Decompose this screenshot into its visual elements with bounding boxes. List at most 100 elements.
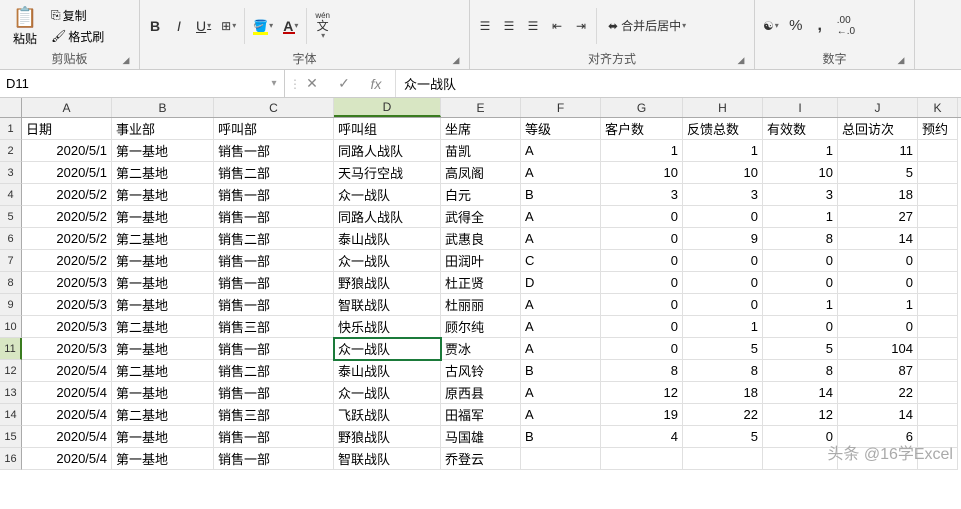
- cell[interactable]: [918, 360, 958, 382]
- cell[interactable]: 3: [601, 184, 683, 206]
- increase-indent-button[interactable]: ⇥: [570, 15, 592, 37]
- cell[interactable]: 0: [683, 294, 763, 316]
- alignment-dialog-launcher[interactable]: ◢: [734, 53, 748, 67]
- header-cell[interactable]: 事业部: [112, 118, 214, 140]
- cell[interactable]: 22: [838, 382, 918, 404]
- font-color-button[interactable]: A▾: [279, 15, 302, 37]
- cell[interactable]: [918, 228, 958, 250]
- cell[interactable]: C: [521, 250, 601, 272]
- cell[interactable]: 销售一部: [214, 140, 334, 162]
- cell[interactable]: [521, 448, 601, 470]
- cell[interactable]: 第一基地: [112, 206, 214, 228]
- cell[interactable]: 2020/5/3: [22, 316, 112, 338]
- cell[interactable]: 2020/5/3: [22, 272, 112, 294]
- header-cell[interactable]: 呼叫组: [334, 118, 441, 140]
- cell[interactable]: 1: [683, 140, 763, 162]
- clipboard-dialog-launcher[interactable]: ◢: [119, 53, 133, 67]
- cell[interactable]: [918, 140, 958, 162]
- cell[interactable]: [918, 382, 958, 404]
- row-header[interactable]: 7: [0, 250, 22, 272]
- cell[interactable]: A: [521, 294, 601, 316]
- cell[interactable]: 智联战队: [334, 448, 441, 470]
- row-header[interactable]: 12: [0, 360, 22, 382]
- cell[interactable]: 销售一部: [214, 250, 334, 272]
- cell[interactable]: 2020/5/4: [22, 448, 112, 470]
- cell[interactable]: [918, 294, 958, 316]
- cell[interactable]: 众一战队: [334, 184, 441, 206]
- cell[interactable]: 2020/5/4: [22, 382, 112, 404]
- align-center-button[interactable]: ☰: [498, 15, 520, 37]
- cell[interactable]: A: [521, 404, 601, 426]
- cell[interactable]: [601, 448, 683, 470]
- cell[interactable]: D: [521, 272, 601, 294]
- row-header[interactable]: 11: [0, 338, 22, 360]
- border-button[interactable]: ⊞▾: [217, 15, 240, 37]
- cell[interactable]: 田润叶: [441, 250, 521, 272]
- header-cell[interactable]: 日期: [22, 118, 112, 140]
- cell[interactable]: 销售三部: [214, 404, 334, 426]
- cell[interactable]: 12: [763, 404, 838, 426]
- cell[interactable]: 销售二部: [214, 228, 334, 250]
- cell[interactable]: 销售二部: [214, 162, 334, 184]
- cell[interactable]: 第一基地: [112, 338, 214, 360]
- align-left-button[interactable]: ☰: [474, 15, 496, 37]
- cell[interactable]: 5: [683, 426, 763, 448]
- cell[interactable]: 0: [601, 250, 683, 272]
- cell[interactable]: 0: [838, 250, 918, 272]
- cell[interactable]: 0: [601, 294, 683, 316]
- cell[interactable]: 杜正贤: [441, 272, 521, 294]
- cell[interactable]: 5: [683, 338, 763, 360]
- cell[interactable]: 武得全: [441, 206, 521, 228]
- cell[interactable]: 高凤阁: [441, 162, 521, 184]
- merge-center-button[interactable]: ⬌ 合并后居中 ▾: [601, 15, 693, 37]
- header-cell[interactable]: 总回访次: [838, 118, 918, 140]
- cell[interactable]: [838, 448, 918, 470]
- cell[interactable]: A: [521, 338, 601, 360]
- cell[interactable]: 10: [683, 162, 763, 184]
- cell[interactable]: A: [521, 382, 601, 404]
- cell[interactable]: 乔登云: [441, 448, 521, 470]
- cell[interactable]: 同路人战队: [334, 140, 441, 162]
- enter-button[interactable]: ✓: [329, 72, 359, 96]
- cell[interactable]: 5: [838, 162, 918, 184]
- comma-button[interactable]: ,: [809, 15, 831, 37]
- column-header-C[interactable]: C: [214, 98, 334, 117]
- cell[interactable]: 同路人战队: [334, 206, 441, 228]
- cell[interactable]: 第二基地: [112, 360, 214, 382]
- cell[interactable]: 1: [838, 294, 918, 316]
- fill-color-button[interactable]: 🪣▾: [249, 15, 277, 37]
- cell[interactable]: 快乐战队: [334, 316, 441, 338]
- cell[interactable]: 0: [601, 228, 683, 250]
- cell[interactable]: 8: [763, 228, 838, 250]
- cell[interactable]: A: [521, 206, 601, 228]
- cell[interactable]: 天马行空战: [334, 162, 441, 184]
- cell[interactable]: 田福军: [441, 404, 521, 426]
- header-cell[interactable]: 客户数: [601, 118, 683, 140]
- cell[interactable]: 9: [683, 228, 763, 250]
- cell[interactable]: 第二基地: [112, 228, 214, 250]
- header-cell[interactable]: 反馈总数: [683, 118, 763, 140]
- cell[interactable]: 第一基地: [112, 448, 214, 470]
- row-header[interactable]: 3: [0, 162, 22, 184]
- cell[interactable]: 2020/5/2: [22, 228, 112, 250]
- cell[interactable]: 8: [601, 360, 683, 382]
- column-header-J[interactable]: J: [838, 98, 918, 117]
- cell[interactable]: 销售一部: [214, 338, 334, 360]
- cell[interactable]: 第一基地: [112, 382, 214, 404]
- column-header-H[interactable]: H: [683, 98, 763, 117]
- phonetic-button[interactable]: wén文▾: [311, 15, 334, 37]
- cell[interactable]: 杜丽丽: [441, 294, 521, 316]
- cell[interactable]: 0: [763, 272, 838, 294]
- row-header[interactable]: 16: [0, 448, 22, 470]
- cell[interactable]: A: [521, 316, 601, 338]
- fx-button[interactable]: fx: [361, 72, 391, 96]
- italic-button[interactable]: I: [168, 15, 190, 37]
- cell[interactable]: 销售三部: [214, 316, 334, 338]
- cell[interactable]: 顾尔纯: [441, 316, 521, 338]
- row-header[interactable]: 1: [0, 118, 22, 140]
- cell[interactable]: 2020/5/3: [22, 294, 112, 316]
- cell[interactable]: 87: [838, 360, 918, 382]
- column-header-I[interactable]: I: [763, 98, 838, 117]
- cell[interactable]: 0: [683, 250, 763, 272]
- cell[interactable]: 泰山战队: [334, 360, 441, 382]
